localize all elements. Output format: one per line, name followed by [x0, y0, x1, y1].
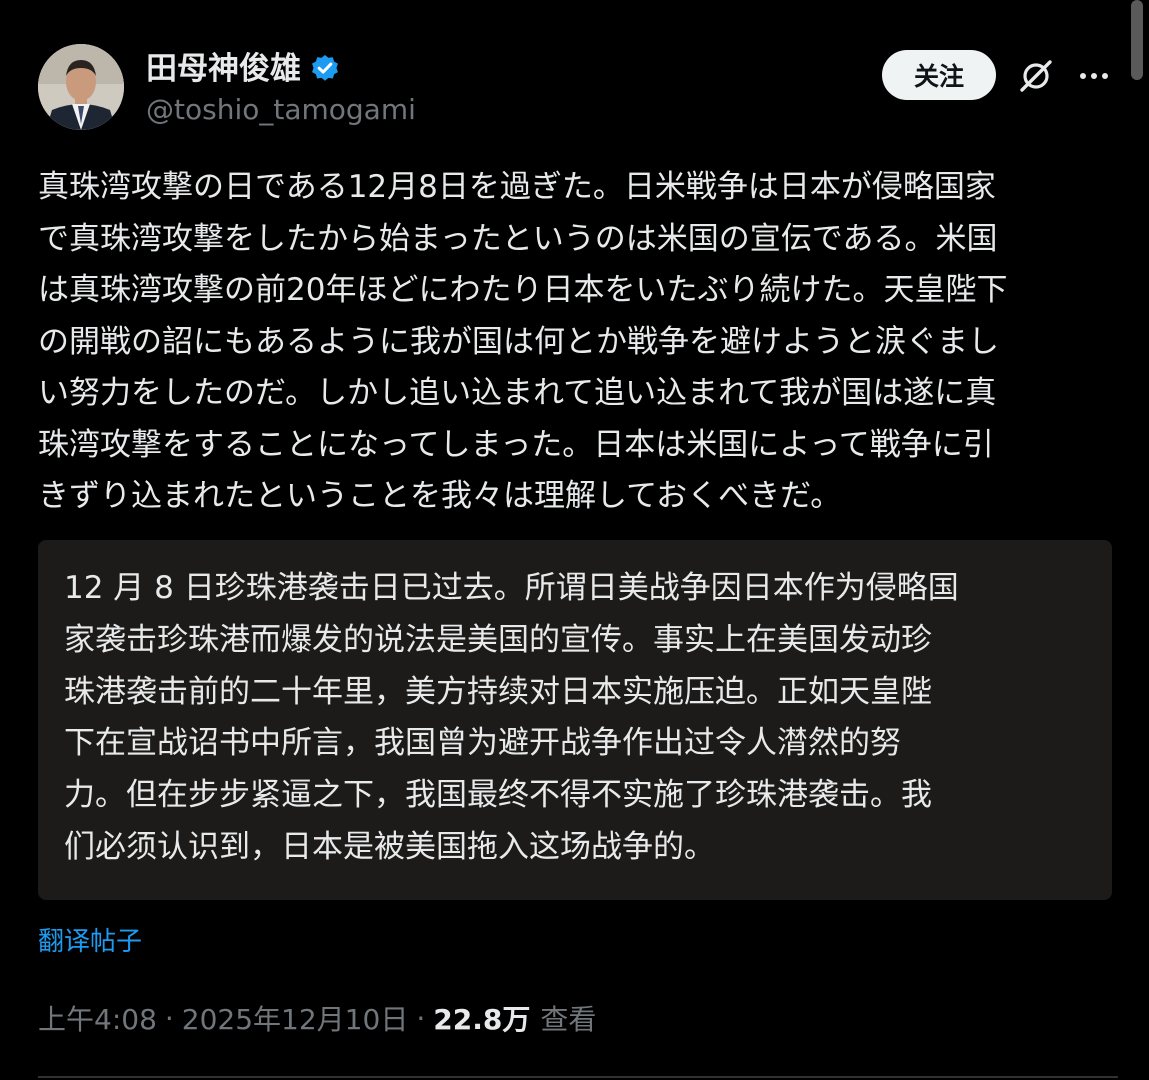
translation-text: 12 月 8 日珍珠港袭击日已过去。所谓日美战争因日本作为侵略国 家袭击珍珠港而…	[64, 570, 959, 865]
more-horizontal-icon[interactable]	[1074, 56, 1114, 96]
scrollbar[interactable]	[1131, 0, 1143, 80]
display-name-row: 田母神俊雄	[146, 48, 416, 90]
post-meta: 上午4:08 · 2025年12月10日 · 22.8万 查看	[38, 994, 596, 1042]
post-header: 田母神俊雄 @toshio_tamogami 关注	[38, 44, 1118, 134]
display-name[interactable]: 田母神俊雄	[146, 48, 301, 90]
translate-post-link[interactable]: 翻译帖子	[38, 920, 142, 964]
author-handle[interactable]: @toshio_tamogami	[146, 90, 416, 130]
avatar-image	[38, 44, 124, 130]
author-name-block: 田母神俊雄 @toshio_tamogami	[146, 48, 416, 130]
meta-separator: ·	[164, 1001, 174, 1035]
grok-slash-icon[interactable]	[1016, 56, 1056, 96]
post-date[interactable]: 2025年12月10日	[182, 998, 409, 1038]
views-count[interactable]: 22.8万	[433, 998, 530, 1038]
post-text: 真珠湾攻撃の日である12月8日を過ぎた。日米戦争は日本が侵略国家 で真珠湾攻撃を…	[38, 169, 1008, 514]
verified-badge-icon[interactable]	[309, 53, 341, 85]
views-label: 查看	[540, 1003, 597, 1036]
follow-button[interactable]: 关注	[882, 50, 996, 100]
avatar[interactable]	[38, 44, 124, 130]
meta-separator: ·	[416, 1001, 426, 1035]
divider	[38, 1076, 1118, 1078]
post-time[interactable]: 上午4:08	[38, 998, 157, 1038]
translation-box: 12 月 8 日珍珠港袭击日已过去。所谓日美战争因日本作为侵略国 家袭击珍珠港而…	[38, 540, 1112, 900]
